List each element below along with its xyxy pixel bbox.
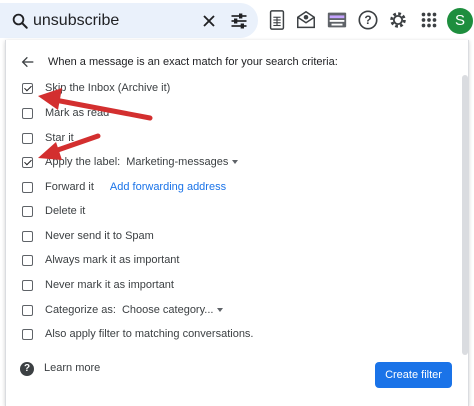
- add-forwarding-address-link[interactable]: Add forwarding address: [110, 181, 226, 193]
- checkbox[interactable]: [22, 279, 33, 291]
- option-apply-to-matching[interactable]: Also apply filter to matching conversati…: [22, 324, 254, 344]
- option-never-important[interactable]: Never mark it as important: [22, 275, 174, 295]
- checkbox[interactable]: [22, 132, 33, 144]
- option-label: Never send it to Spam: [45, 230, 154, 242]
- create-filter-button[interactable]: Create filter: [375, 362, 452, 388]
- option-label: Delete it: [45, 205, 86, 217]
- filter-options-dialog: When a message is an exact match for you…: [5, 40, 469, 406]
- category-select[interactable]: Choose category...: [122, 304, 224, 316]
- checkbox[interactable]: [22, 230, 33, 242]
- search-icon[interactable]: [11, 12, 29, 30]
- checkbox[interactable]: [22, 205, 33, 217]
- help-icon[interactable]: ?: [20, 362, 34, 376]
- checkbox[interactable]: [22, 328, 33, 340]
- option-label: Never mark it as important: [45, 279, 174, 291]
- option-categorize[interactable]: Categorize as: Choose category...: [22, 300, 224, 320]
- svg-text:?: ?: [364, 13, 371, 27]
- close-icon[interactable]: [199, 11, 219, 31]
- search-input[interactable]: unsubscribe: [33, 12, 119, 30]
- option-label: Categorize as:: [45, 304, 116, 316]
- option-delete-it[interactable]: Delete it: [22, 201, 85, 221]
- learn-more-link[interactable]: Learn more: [44, 362, 100, 374]
- option-skip-inbox[interactable]: Skip the Inbox (Archive it): [22, 78, 170, 98]
- caret-down-icon: [232, 160, 239, 164]
- help-icon[interactable]: ?: [357, 9, 379, 31]
- checkbox[interactable]: [22, 304, 33, 316]
- option-apply-label[interactable]: Apply the label: Marketing-messages: [22, 152, 239, 172]
- option-never-spam[interactable]: Never send it to Spam: [22, 226, 154, 246]
- checkbox[interactable]: [22, 254, 33, 266]
- option-label: Apply the label:: [45, 156, 121, 168]
- search-box[interactable]: unsubscribe: [0, 3, 258, 38]
- option-label: Also apply filter to matching conversati…: [45, 328, 254, 340]
- checkbox[interactable]: [22, 107, 33, 119]
- gear-icon[interactable]: [387, 9, 409, 31]
- label-select-value: Marketing-messages: [126, 156, 229, 168]
- option-label: Always mark it as important: [45, 254, 180, 266]
- option-label: Forward it: [45, 181, 94, 193]
- sheets-icon[interactable]: [266, 9, 288, 31]
- back-arrow-icon[interactable]: [20, 54, 36, 70]
- checkbox[interactable]: [22, 181, 33, 193]
- option-mark-as-read[interactable]: Mark as read: [22, 103, 109, 123]
- dialog-header: When a message is an exact match for you…: [20, 52, 338, 72]
- option-forward-it[interactable]: Forward it Add forwarding address: [22, 177, 226, 197]
- scrollbar[interactable]: [462, 75, 468, 355]
- avatar[interactable]: S: [447, 8, 473, 34]
- dialog-header-text: When a message is an exact match for you…: [48, 56, 338, 68]
- keyboard-icon[interactable]: [326, 9, 348, 31]
- tune-icon[interactable]: [228, 11, 250, 31]
- option-always-important[interactable]: Always mark it as important: [22, 250, 179, 270]
- option-label: Star it: [45, 132, 74, 144]
- mail-settings-icon[interactable]: [295, 9, 317, 31]
- option-label: Mark as read: [45, 107, 110, 119]
- checkbox[interactable]: [22, 156, 33, 168]
- apps-grid-icon[interactable]: [418, 9, 440, 31]
- caret-down-icon: [217, 308, 224, 312]
- checkbox[interactable]: [22, 82, 33, 94]
- label-select[interactable]: Marketing-messages: [126, 156, 239, 168]
- top-bar: unsubscribe ? S: [0, 0, 474, 40]
- category-select-value: Choose category...: [121, 304, 214, 316]
- option-label: Skip the Inbox (Archive it): [45, 82, 171, 94]
- option-star-it[interactable]: Star it: [22, 128, 74, 148]
